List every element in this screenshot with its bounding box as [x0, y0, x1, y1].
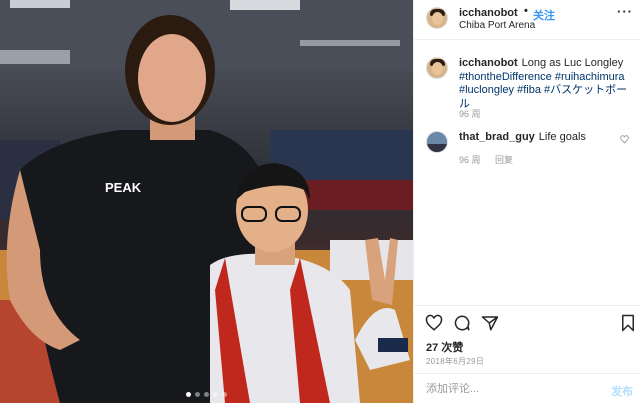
caption-text-block: icchanobot Long as Luc Longley #thontheDi…: [459, 57, 629, 111]
comment-age[interactable]: 96 周: [459, 155, 481, 165]
carousel-dots: [0, 392, 413, 397]
heart-icon[interactable]: [425, 314, 443, 332]
caption-age[interactable]: 96 周: [459, 109, 481, 119]
comment-item: that_brad_guy Life goals 96 周 回复: [414, 131, 640, 171]
post-date[interactable]: 2018年6月29日: [426, 356, 484, 367]
carousel-dot[interactable]: [204, 392, 209, 397]
bookmark-icon[interactable]: [619, 314, 637, 332]
avatar[interactable]: [426, 57, 448, 79]
more-options-icon[interactable]: ···: [617, 4, 633, 19]
post-username[interactable]: icchanobot: [459, 7, 518, 19]
post-comment-button[interactable]: 发布: [611, 383, 633, 399]
caption-username[interactable]: icchanobot: [459, 57, 518, 69]
comment-icon[interactable]: [453, 314, 471, 332]
location-link[interactable]: Chiba Port Arena: [459, 20, 535, 31]
caption-meta: 96 周: [459, 107, 493, 120]
comment-input[interactable]: [426, 383, 596, 395]
post-actions: 27 次赞 2018年6月29日 发布: [414, 305, 640, 404]
post-header: icchanobot • 关注 Chiba Port Arena ···: [414, 0, 640, 40]
carousel-dot[interactable]: [186, 392, 191, 397]
avatar[interactable]: [426, 131, 448, 153]
share-icon[interactable]: [481, 314, 499, 332]
likes-count[interactable]: 27 次赞: [426, 339, 463, 355]
comment-meta: 96 周 回复: [459, 153, 525, 166]
carousel-dot[interactable]: [195, 392, 200, 397]
post-photo[interactable]: PEAK: [0, 0, 413, 403]
caption: icchanobot Long as Luc Longley #thontheDi…: [414, 57, 640, 120]
caption-hashtags[interactable]: #thontheDifference #ruihachimura #luclon…: [459, 71, 627, 110]
comment-username[interactable]: that_brad_guy: [459, 131, 535, 143]
comment-text: Life goals: [538, 131, 586, 143]
post-side-panel: icchanobot • 关注 Chiba Port Arena ··· icc…: [413, 0, 640, 403]
carousel-dot[interactable]: [213, 392, 218, 397]
photo-illustration: PEAK: [0, 0, 413, 403]
separator-dot: •: [524, 5, 528, 17]
follow-button[interactable]: 关注: [533, 7, 555, 23]
reply-button[interactable]: 回复: [495, 155, 513, 165]
carousel-dot[interactable]: [222, 392, 227, 397]
avatar[interactable]: [426, 7, 448, 29]
comment-like-heart-icon[interactable]: [620, 135, 629, 144]
svg-text:PEAK: PEAK: [105, 180, 142, 195]
comment-text-block: that_brad_guy Life goals: [459, 131, 629, 145]
add-comment-bar: 发布: [414, 373, 640, 405]
caption-text: Long as Luc Longley: [521, 57, 624, 69]
